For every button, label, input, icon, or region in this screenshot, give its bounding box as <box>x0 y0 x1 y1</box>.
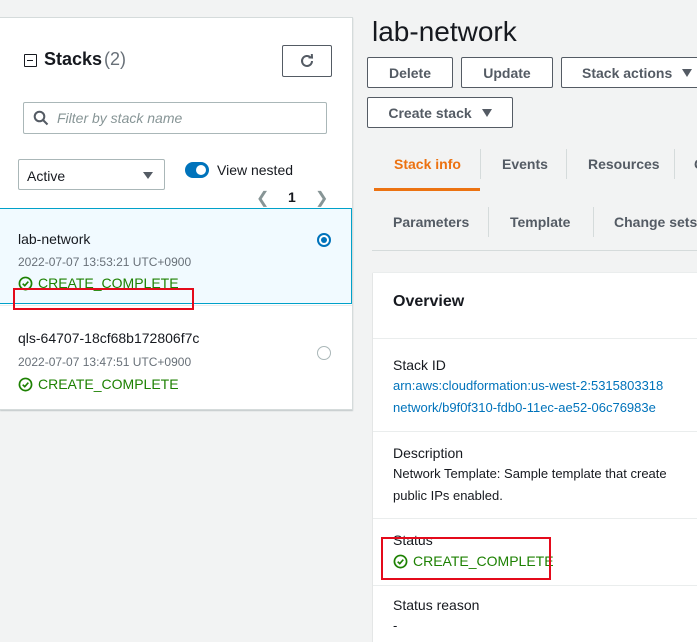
tab-change-sets[interactable]: Change sets <box>614 214 697 230</box>
chevron-right-icon[interactable]: ❯ <box>315 188 328 208</box>
check-circle-icon <box>393 554 408 568</box>
status-filter-value: Active <box>27 168 66 184</box>
divider <box>373 585 697 586</box>
view-nested-toggle[interactable] <box>185 162 209 178</box>
panel-title: Stacks <box>44 49 103 69</box>
delete-button[interactable]: Delete <box>367 57 453 88</box>
tab-events[interactable]: Events <box>502 156 548 172</box>
stack-status-text: CREATE_COMPLETE <box>38 376 179 392</box>
divider <box>373 338 697 339</box>
stack-actions-button[interactable]: Stack actions <box>561 57 697 88</box>
caret-down-icon <box>143 172 153 179</box>
update-button-label: Update <box>483 64 531 81</box>
stack-id-label: Stack ID <box>393 357 446 373</box>
stack-created-time: 2022-07-07 13:47:51 UTC+0900 <box>18 355 192 369</box>
check-circle-icon <box>18 276 33 290</box>
stack-list-item[interactable]: qls-64707-18cf68b172806f7c 2022-07-07 13… <box>0 305 352 392</box>
overview-panel: Overview Stack ID arn:aws:cloudformation… <box>373 272 697 642</box>
tab-separator <box>674 149 675 179</box>
status-filter-select[interactable]: Active <box>18 159 165 190</box>
create-stack-button[interactable]: Create stack <box>367 97 513 128</box>
status-value: CREATE_COMPLETE <box>393 553 554 569</box>
description-text-cont: public IPs enabled. <box>393 488 503 503</box>
current-page[interactable]: 1 <box>288 189 296 205</box>
tab-separator <box>566 149 567 179</box>
stack-name[interactable]: qls-64707-18cf68b172806f7c <box>18 330 199 346</box>
check-circle-icon <box>18 377 33 391</box>
stack-created-time: 2022-07-07 13:53:21 UTC+0900 <box>18 255 192 269</box>
stack-status: CREATE_COMPLETE <box>18 376 179 392</box>
chevron-left-icon[interactable]: ❮ <box>256 188 269 208</box>
tab-stack-info[interactable]: Stack info <box>394 156 461 172</box>
description-text: Network Template: Sample template that c… <box>393 466 667 481</box>
delete-button-label: Delete <box>388 64 432 81</box>
status-label: Status <box>393 532 433 548</box>
stack-id-link-cont[interactable]: network/b9f0f310-fdb0-11ec-ae52-06c76983… <box>393 397 656 419</box>
view-nested-label: View nested <box>217 162 294 178</box>
search-input[interactable] <box>55 103 320 133</box>
page-title: lab-network <box>372 16 517 47</box>
tab-separator <box>593 207 594 237</box>
active-tab-indicator <box>374 188 480 191</box>
status-reason-value: - <box>393 618 398 633</box>
refresh-button[interactable] <box>282 45 332 77</box>
search-icon <box>33 110 49 126</box>
status-value-text: CREATE_COMPLETE <box>413 553 554 569</box>
collapse-icon[interactable] <box>24 54 37 67</box>
update-button[interactable]: Update <box>461 57 553 88</box>
overview-title: Overview <box>393 293 465 310</box>
divider <box>373 431 697 432</box>
tab-parameters[interactable]: Parameters <box>393 214 469 230</box>
stack-name[interactable]: lab-network <box>18 231 90 247</box>
stack-count: (2) <box>104 49 126 69</box>
caret-down-icon <box>682 68 693 77</box>
stack-actions-label: Stack actions <box>582 64 673 81</box>
tab-template[interactable]: Template <box>510 214 570 230</box>
tab-separator <box>488 207 489 237</box>
stack-status-text: CREATE_COMPLETE <box>38 275 179 291</box>
stack-select-radio[interactable] <box>317 346 331 360</box>
tab-separator <box>480 149 481 179</box>
stack-status: CREATE_COMPLETE <box>18 275 179 291</box>
status-reason-label: Status reason <box>393 597 480 613</box>
stack-id-link[interactable]: arn:aws:cloudformation:us-west-2:5315803… <box>393 375 663 397</box>
description-label: Description <box>393 445 464 461</box>
create-stack-label: Create stack <box>388 104 472 121</box>
tabs-divider <box>372 250 697 251</box>
tab-resources[interactable]: Resources <box>588 156 660 172</box>
stack-select-radio[interactable] <box>317 233 331 247</box>
divider <box>373 518 697 519</box>
stack-search-field <box>23 102 327 134</box>
caret-down-icon <box>481 108 492 117</box>
stack-list-item[interactable]: lab-network 2022-07-07 13:53:21 UTC+0900… <box>0 208 352 304</box>
refresh-icon <box>301 53 314 67</box>
